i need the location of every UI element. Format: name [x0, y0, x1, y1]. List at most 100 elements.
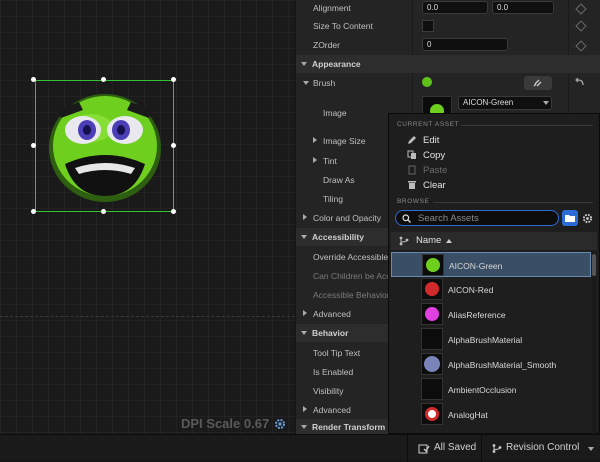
canvas-boundary-line: [0, 316, 295, 317]
asset-name: AmbientOcclusion: [448, 385, 517, 395]
sphere-thumb: [425, 307, 439, 321]
revision-control-label: Revision Control: [506, 442, 580, 453]
asset-name: AliasReference: [448, 310, 506, 320]
size-to-content-label: Size To Content: [313, 21, 373, 31]
size-to-content-row: Size To Content: [296, 17, 600, 36]
resize-handle-top-right[interactable]: [171, 77, 176, 82]
asset-row[interactable]: AnalogHat: [391, 402, 591, 427]
browse-folder-button[interactable]: [562, 210, 578, 226]
asset-thumbnail: [421, 403, 443, 425]
alignment-x-field[interactable]: 0.0: [422, 1, 488, 14]
chevron-down-icon: [301, 235, 307, 239]
image-size-label: Image Size: [323, 136, 366, 146]
resize-handle-left[interactable]: [31, 143, 36, 148]
resize-handle-top[interactable]: [101, 77, 106, 82]
designer-viewport[interactable]: DPI Scale 0.67: [0, 0, 295, 434]
tool-tip-text-label: Tool Tip Text: [313, 348, 361, 358]
chevron-right-icon[interactable]: [313, 157, 317, 163]
chevron-down-icon: [588, 447, 594, 451]
resize-handle-bottom-right[interactable]: [171, 209, 176, 214]
asset-row[interactable]: AICON-Red: [391, 277, 591, 302]
caption-divider: [461, 125, 593, 126]
asset-row[interactable]: AICON-Green: [391, 252, 591, 277]
asset-thumbnail: [422, 254, 444, 276]
column-name-header[interactable]: Name: [416, 235, 441, 246]
chevron-right-icon[interactable]: [303, 310, 307, 316]
section-accessibility-label: Accessibility: [312, 232, 364, 242]
all-saved-button[interactable]: All Saved: [407, 435, 481, 462]
chevron-right-icon[interactable]: [303, 406, 307, 412]
reset-diamond-icon[interactable]: [575, 20, 587, 32]
tiling-label: Tiling: [323, 194, 343, 204]
branch-icon: [399, 236, 409, 246]
accessible-behavior-label: Accessible Behavior: [313, 290, 390, 300]
zorder-field[interactable]: 0: [422, 38, 508, 51]
menu-edit[interactable]: Edit: [423, 135, 439, 146]
sort-ascending-icon: [446, 239, 452, 243]
asset-name: AICON-Green: [449, 261, 503, 271]
alignment-y-field[interactable]: 0.0: [492, 1, 554, 14]
gear-icon[interactable]: [274, 418, 286, 430]
brush-row: Brush: [296, 74, 600, 93]
menu-paste[interactable]: Paste: [423, 165, 447, 176]
advanced-label: Advanced: [313, 405, 351, 415]
alignment-label: Alignment: [313, 3, 351, 13]
asset-row[interactable]: AlphaBrushMaterial_Smooth: [391, 352, 591, 377]
asset-thumbnail: [421, 328, 443, 350]
asset-name: AnalogHat: [448, 410, 488, 420]
reset-diamond-icon[interactable]: [575, 3, 587, 15]
revision-control-button[interactable]: Revision Control: [481, 435, 600, 462]
chevron-down-icon[interactable]: [303, 81, 309, 85]
tint-label: Tint: [323, 156, 337, 166]
asset-thumbnail: [421, 278, 443, 300]
dpi-scale-label: DPI Scale 0.67: [181, 416, 270, 431]
asset-list-scrollbar[interactable]: [592, 252, 596, 435]
advanced-label: Advanced: [313, 309, 351, 319]
caption-divider: [433, 202, 593, 203]
chevron-right-icon[interactable]: [313, 137, 317, 143]
image-asset-combo[interactable]: AICON-Green: [458, 96, 552, 110]
size-to-content-checkbox[interactable]: [422, 20, 434, 32]
brush-preview-icon: [422, 77, 432, 87]
section-behavior-label: Behavior: [312, 328, 349, 338]
asset-name: AICON-Red: [448, 285, 494, 295]
saved-files-icon: [418, 444, 430, 454]
all-saved-label: All Saved: [434, 442, 477, 453]
zorder-label: ZOrder: [313, 40, 340, 50]
browse-caption: BROWSE: [397, 198, 430, 205]
settings-gear-icon[interactable]: [582, 213, 593, 224]
chevron-down-icon: [301, 331, 307, 335]
selection-outline: [35, 80, 174, 212]
link-icon: [533, 79, 542, 87]
chevron-right-icon[interactable]: [303, 214, 307, 220]
search-input[interactable]: Search Assets: [395, 210, 559, 226]
asset-row[interactable]: AliasReference: [391, 302, 591, 327]
resize-handle-bottom[interactable]: [101, 209, 106, 214]
chevron-down-icon: [543, 101, 549, 105]
scrollbar-thumb[interactable]: [592, 254, 596, 276]
section-appearance-label: Appearance: [312, 59, 361, 69]
folder-icon: [565, 215, 575, 222]
reset-diamond-icon[interactable]: [575, 40, 587, 52]
brush-label: Brush: [313, 78, 336, 88]
section-appearance[interactable]: Appearance: [296, 55, 600, 73]
asset-row[interactable]: AlphaBrushMaterial: [391, 327, 591, 352]
paste-icon: [408, 165, 416, 175]
reset-arrow-icon[interactable]: [575, 78, 585, 87]
asset-thumbnail: [421, 303, 443, 325]
menu-copy[interactable]: Copy: [423, 150, 445, 161]
resize-handle-top-left[interactable]: [31, 77, 36, 82]
resize-handle-right[interactable]: [171, 143, 176, 148]
chevron-down-icon: [301, 62, 307, 66]
menu-clear[interactable]: Clear: [423, 180, 446, 191]
current-asset-caption: CURRENT ASSET: [397, 121, 460, 128]
branch-icon: [492, 444, 502, 453]
brush-link-button[interactable]: [524, 76, 552, 90]
resize-handle-bottom-left[interactable]: [31, 209, 36, 214]
trash-icon: [408, 181, 416, 189]
asset-name: AlphaBrushMaterial: [448, 335, 523, 345]
asset-row[interactable]: AmbientOcclusion: [391, 377, 591, 402]
aicon-red-thumb: [425, 282, 439, 296]
visibility-label: Visibility: [313, 386, 344, 396]
search-icon: [402, 214, 411, 223]
